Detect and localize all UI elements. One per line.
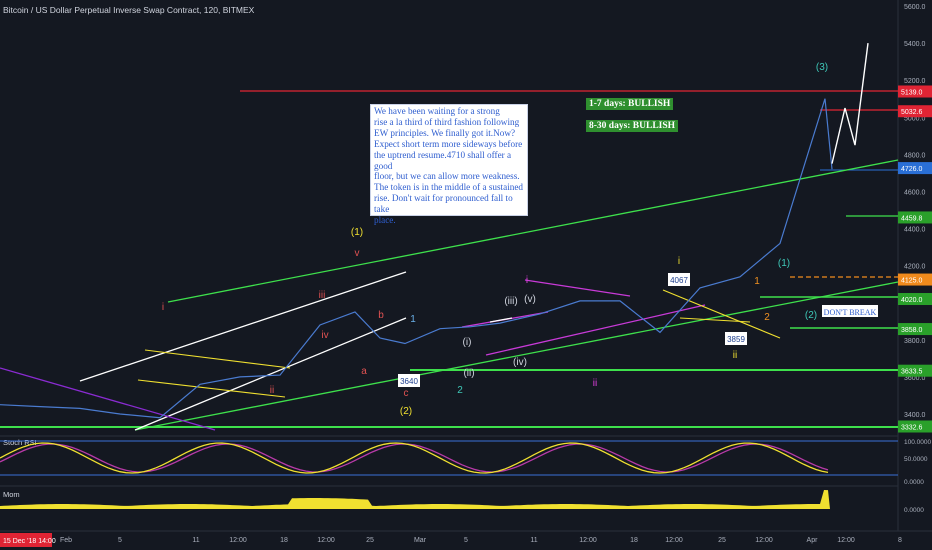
momentum-axis-tick: 0.0000 <box>904 507 924 514</box>
wave-label: b <box>378 310 384 321</box>
chart-canvas[interactable]: 5600.05400.05200.05000.04800.04600.04400… <box>0 0 932 550</box>
wave-label: v <box>355 248 360 259</box>
price-callout-text: 3859 <box>727 335 745 344</box>
time-axis-tick: 5 <box>118 537 122 544</box>
rsi-axis-tick: 0.0000 <box>904 479 924 486</box>
wave-label: 1 <box>754 276 760 287</box>
wave-label: iii <box>319 290 326 301</box>
time-cursor-label: 15 Dec '18 14:00 <box>3 538 56 545</box>
wave-label: (2) <box>805 310 817 321</box>
wave-label: (1) <box>351 227 363 238</box>
rsi-axis-tick: 50.0000 <box>904 456 928 463</box>
price-label-text: 3332.6 <box>901 424 923 431</box>
price-label-text: 3633.5 <box>901 369 923 376</box>
stoch-rsi-k-line <box>0 442 829 474</box>
price-label-text: 5139.0 <box>901 89 923 96</box>
price-axis-tick: 5200.0 <box>904 78 926 85</box>
wave-label: ii <box>733 350 737 361</box>
price-axis-tick: 4400.0 <box>904 227 926 234</box>
rsi-axis-tick: 100.0000 <box>904 439 931 446</box>
time-axis-tick: 12:00 <box>579 537 597 544</box>
yellow-line <box>144 349 291 369</box>
chart-stage: 5600.0 5400.0 5200.0 5000.0 4800.0 4600.0 4400… <box>0 0 932 550</box>
time-axis-tick: 12:00 <box>837 537 855 544</box>
momentum-histogram <box>0 490 830 509</box>
projection-path <box>831 43 869 164</box>
wave-label: 2 <box>764 312 770 323</box>
wave-label: (1) <box>778 258 790 269</box>
price-axis-tick: 5400.0 <box>904 41 926 48</box>
time-axis-tick: 11 <box>192 537 199 544</box>
price-label-text: 4459.8 <box>901 215 923 222</box>
chart-title: Bitcoin / US Dollar Perpetual Inverse Sw… <box>3 5 255 15</box>
wave-label: (v) <box>524 294 536 305</box>
time-axis-tick: 11 <box>530 537 537 544</box>
dont-break-text: DON'T BREAK <box>824 308 877 317</box>
price-callout-text: 3640 <box>400 377 418 386</box>
time-axis-tick: Apr <box>807 537 819 544</box>
wave-label: i <box>526 275 528 286</box>
time-axis-tick: 18 <box>280 537 288 544</box>
price-callout-text: 4067 <box>670 276 688 285</box>
price-label-text: 4020.0 <box>901 297 923 304</box>
time-axis-tick: 12:00 <box>229 537 247 544</box>
time-axis-tick: 25 <box>718 537 726 544</box>
stoch-rsi-label: Stoch RSI <box>3 438 37 447</box>
time-axis-tick: 18 <box>630 537 638 544</box>
time-axis-tick: 8 <box>898 537 902 544</box>
long-term-outlook[interactable]: 8-30 days: BULLISH <box>586 120 679 132</box>
wave-label: c <box>404 388 409 399</box>
magenta-channel <box>485 304 706 356</box>
wave-label: i <box>678 256 680 267</box>
price-label-text: 5032.6 <box>901 109 923 116</box>
wave-label: ii <box>270 385 274 396</box>
time-axis-tick: Feb <box>60 537 72 544</box>
wave-label: (iii) <box>504 296 517 307</box>
time-axis-tick: 12:00 <box>755 537 773 544</box>
price-axis-tick: 4200.0 <box>904 264 926 271</box>
yellow-line <box>679 317 751 323</box>
price-axis-tick: 4600.0 <box>904 189 926 196</box>
price-label-text: 4726.0 <box>901 166 923 173</box>
white-channel-upper <box>79 271 407 382</box>
price-label-text: 4125.0 <box>901 278 923 285</box>
wave-label: (3) <box>816 62 828 73</box>
wave-label: 1 <box>410 314 416 325</box>
time-axis-tick: 12:00 <box>665 537 683 544</box>
wave-label: (i) <box>463 337 472 348</box>
momentum-label: Mom <box>3 490 20 499</box>
time-axis-tick: 12:00 <box>317 537 335 544</box>
short-term-outlook[interactable]: 1-7 days: BULLISH <box>586 98 674 110</box>
wave-label: a <box>361 366 367 377</box>
price-axis-tick: 3400.0 <box>904 412 926 419</box>
time-axis-tick: 25 <box>366 537 374 544</box>
wave-label: (2) <box>400 406 412 417</box>
magenta-channel <box>524 279 631 297</box>
time-axis-tick: 5 <box>464 537 468 544</box>
wave-label: i <box>162 302 164 313</box>
price-axis-tick: 4800.0 <box>904 152 926 159</box>
wave-label: (iv) <box>513 357 527 368</box>
wave-label: (ii) <box>463 368 474 379</box>
price-label-text: 3858.0 <box>901 327 923 334</box>
time-axis-tick: Mar <box>414 537 427 544</box>
wave-label: 2 <box>457 385 463 396</box>
wave-label: iv <box>321 330 328 341</box>
wave-label: ii <box>593 378 597 389</box>
price-axis-tick: 3800.0 <box>904 338 926 345</box>
analysis-note[interactable]: We have been waiting for a strong rise a… <box>370 104 528 225</box>
price-axis-tick: 5600.0 <box>904 4 926 11</box>
